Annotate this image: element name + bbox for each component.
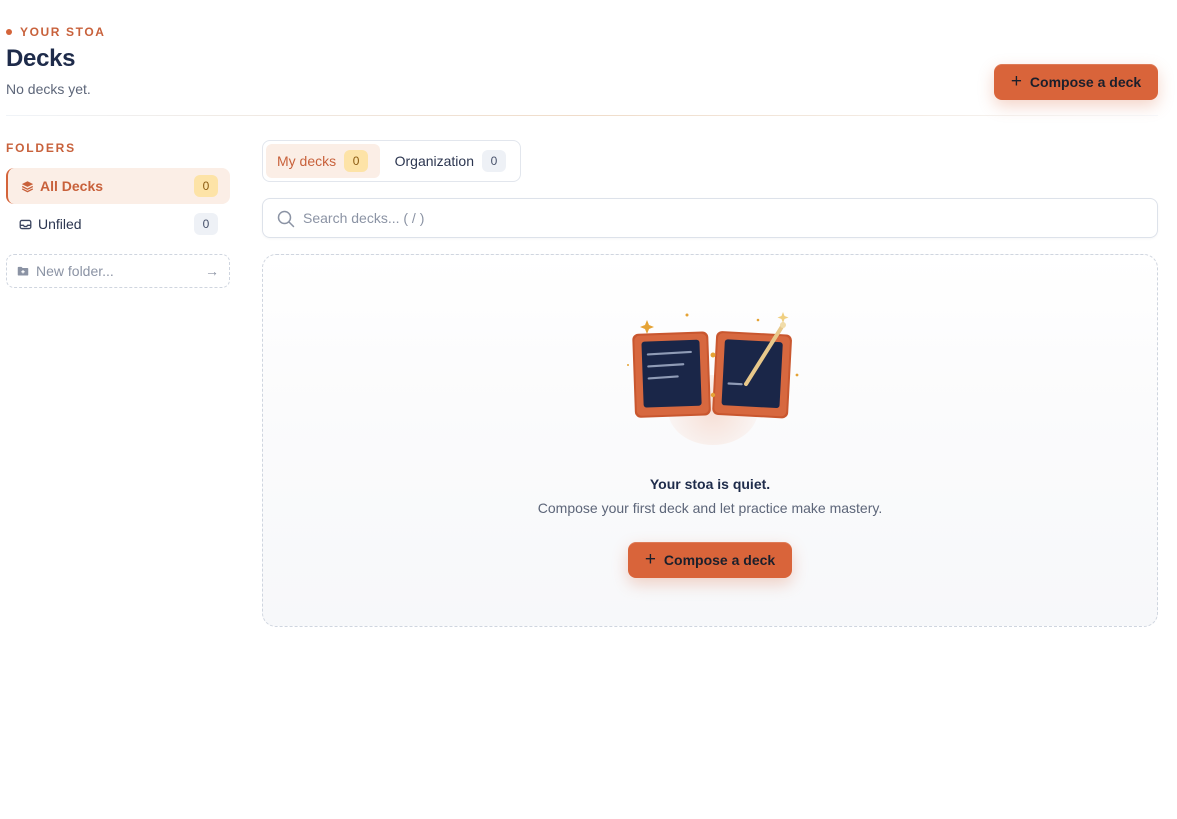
compose-deck-button[interactable]: + Compose a deck <box>994 64 1158 100</box>
eyebrow: YOUR STOA <box>6 25 106 39</box>
tab-count-badge: 0 <box>344 150 369 172</box>
tab-my-decks[interactable]: My decks 0 <box>266 144 380 178</box>
compose-deck-label: Compose a deck <box>1029 74 1142 90</box>
sidebar-item-unfiled[interactable]: Unfiled 0 <box>6 206 230 242</box>
plus-icon: + <box>1010 70 1022 92</box>
empty-state-subtitle: Compose your first deck and let practice… <box>537 500 883 516</box>
layers-icon <box>20 179 34 193</box>
folder-plus-icon <box>17 264 31 278</box>
folder-count-badge: 0 <box>194 213 218 235</box>
plus-icon: + <box>644 548 656 570</box>
folder-count-badge: 0 <box>194 175 218 197</box>
eyebrow-label: YOUR STOA <box>20 25 106 39</box>
page-subtitle: No decks yet. <box>6 81 91 97</box>
folders-section-label: FOLDERS <box>6 141 76 155</box>
sidebar-item-label: Unfiled <box>38 216 82 232</box>
slate-tablets-icon <box>627 312 799 419</box>
deck-scope-tabs: My decks 0 Organization 0 <box>262 140 521 182</box>
compose-first-deck-label: Compose a deck <box>663 552 776 568</box>
empty-state-title: Your stoa is quiet. <box>649 476 771 492</box>
sidebar-item-all-decks[interactable]: All Decks 0 <box>6 168 230 204</box>
sidebar-item-label: All Decks <box>40 178 104 194</box>
tab-count-badge: 0 <box>482 150 506 172</box>
header-divider <box>6 115 1158 116</box>
search-input[interactable] <box>303 210 1157 226</box>
page-title: Decks <box>6 45 76 72</box>
search-bar <box>262 198 1158 238</box>
tab-label: Organization <box>394 153 474 169</box>
new-folder-input[interactable]: New folder... → <box>6 254 230 288</box>
search-icon <box>277 210 295 233</box>
eyebrow-dot-icon <box>6 29 12 35</box>
inbox-icon <box>18 217 32 231</box>
compose-first-deck-button[interactable]: + Compose a deck <box>628 542 792 578</box>
arrow-right-icon[interactable]: → <box>205 263 219 279</box>
tab-label: My decks <box>277 153 337 169</box>
new-folder-placeholder: New folder... <box>36 263 114 279</box>
tab-organization[interactable]: Organization 0 <box>384 144 517 178</box>
